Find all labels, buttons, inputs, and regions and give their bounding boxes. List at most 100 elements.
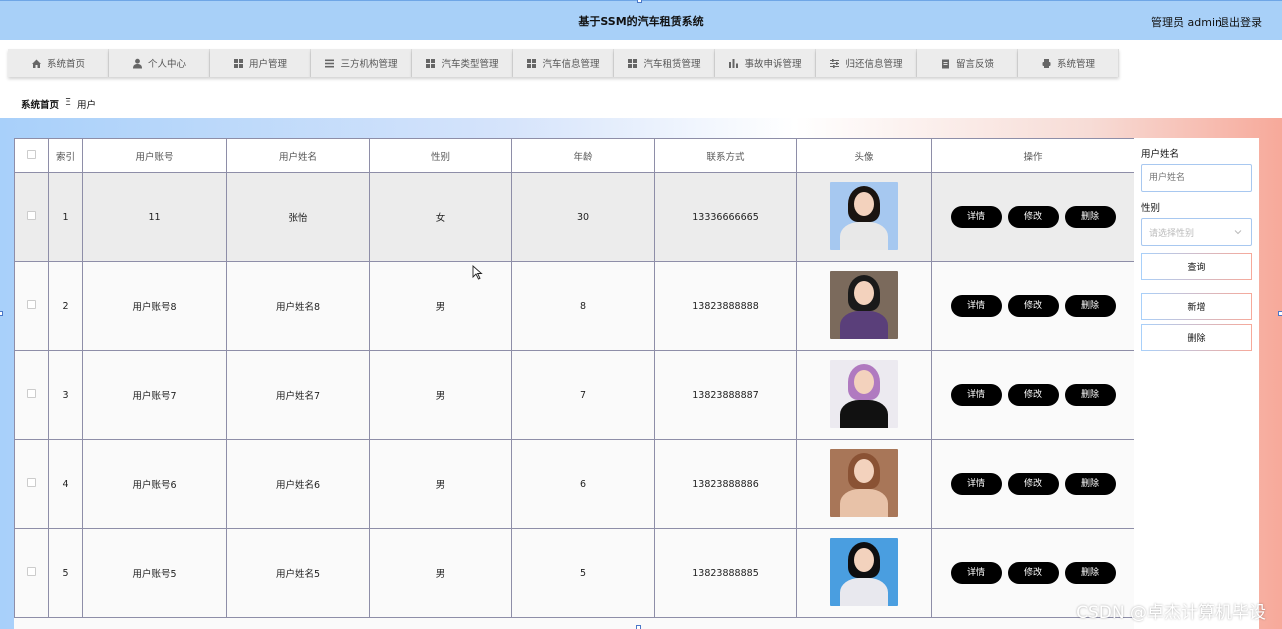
detail-button[interactable]: 详情 xyxy=(950,295,1002,317)
delete-button[interactable]: 删除 xyxy=(1064,562,1116,584)
nav-item-1[interactable]: 系统首页 xyxy=(8,49,109,77)
breadcrumb-current: 用户 xyxy=(77,100,97,111)
account-cell: 用户账号5 xyxy=(82,528,227,618)
current-user: 管理员 admin xyxy=(1151,16,1222,29)
avatar-cell xyxy=(796,528,932,618)
breadcrumb-separator: Ξ xyxy=(65,97,72,108)
row-checkbox[interactable] xyxy=(27,567,36,576)
name-cell: 张怡 xyxy=(226,172,370,262)
phone-cell: 13823888886 xyxy=(654,439,797,529)
age-cell: 30 xyxy=(511,172,655,262)
detail-button[interactable]: 详情 xyxy=(950,473,1002,495)
avatar-cell xyxy=(796,439,932,529)
batch-delete-button[interactable]: 删除 xyxy=(1141,324,1252,351)
delete-button[interactable]: 删除 xyxy=(1064,384,1116,406)
add-button[interactable]: 新增 xyxy=(1141,293,1252,320)
nav-item-label: 个人中心 xyxy=(147,59,186,70)
sliders-icon xyxy=(829,58,840,69)
table-row: 2 用户账号8 用户姓名8 男 8 13823888888 详情 修改 删除 xyxy=(14,261,1134,351)
row-checkbox-cell xyxy=(14,439,49,529)
edit-button[interactable]: 修改 xyxy=(1007,295,1059,317)
phone-cell: 13823888885 xyxy=(654,528,797,618)
delete-button[interactable]: 删除 xyxy=(1064,295,1116,317)
account-cell: 用户账号8 xyxy=(82,261,227,351)
table-row: 3 用户账号7 用户姓名7 男 7 13823888887 详情 修改 删除 xyxy=(14,350,1134,440)
avatar[interactable] xyxy=(830,537,898,606)
name-search-input[interactable] xyxy=(1141,164,1252,192)
nav-item-7[interactable]: 汽车租赁管理 xyxy=(614,49,715,77)
gender-cell: 男 xyxy=(369,528,512,618)
table-row: 1 11 张怡女 30 13336666665 详情 修改 删除 xyxy=(14,172,1134,262)
edit-button[interactable]: 修改 xyxy=(1007,562,1059,584)
nav-item-label: 事故申诉管理 xyxy=(744,59,802,70)
age-cell: 7 xyxy=(511,350,655,440)
detail-button[interactable]: 详情 xyxy=(950,206,1002,228)
logout-link[interactable]: 退出登录 xyxy=(1218,14,1262,30)
gender-select[interactable]: 请选择性别 xyxy=(1141,218,1252,246)
gender-cell: 女 xyxy=(369,172,512,262)
user-table: 索引 用户账号 用户姓名 性别 年龄 联系方式 头像 操作 1 11 张怡女 30 13… xyxy=(14,138,1134,618)
detail-button[interactable]: 详情 xyxy=(950,562,1002,584)
nav-menu: 系统首页 个人中心 用户管理 三方机构管理 汽车类型管理 汽车信息管理 汽车租赁管理 事故申诉… xyxy=(8,49,1119,77)
nav-bar: 系统首页 个人中心 用户管理 三方机构管理 汽车类型管理 汽车信息管理 汽车租赁管理 事故申诉… xyxy=(0,40,1282,80)
avatar-cell xyxy=(796,172,932,262)
row-checkbox[interactable] xyxy=(27,389,36,398)
avatar[interactable] xyxy=(830,448,898,517)
gender-cell: 男 xyxy=(369,439,512,529)
account-cell: 用户账号7 xyxy=(82,350,227,440)
top-header: 基于SSM的汽车租赁系统 管理员 admin 退出登录 xyxy=(0,0,1282,40)
row-checkbox[interactable] xyxy=(27,300,36,309)
person-icon xyxy=(132,58,143,69)
edit-button[interactable]: 修改 xyxy=(1007,384,1059,406)
query-button[interactable]: 查询 xyxy=(1141,253,1252,280)
row-checkbox[interactable] xyxy=(27,478,36,487)
nav-item-label: 留言反馈 xyxy=(955,59,994,70)
delete-button[interactable]: 删除 xyxy=(1064,206,1116,228)
nav-item-4[interactable]: 三方机构管理 xyxy=(311,49,412,77)
column-header-index: 索引 xyxy=(48,138,83,173)
nav-item-label: 用户管理 xyxy=(248,59,287,70)
printer-icon xyxy=(1041,58,1052,69)
avatar[interactable] xyxy=(830,181,898,250)
nav-item-8[interactable]: 事故申诉管理 xyxy=(715,49,816,77)
resize-handle-top xyxy=(637,0,642,3)
nav-item-5[interactable]: 汽车类型管理 xyxy=(412,49,513,77)
chart-icon xyxy=(728,58,739,69)
breadcrumb: 系统首页 Ξ 用户 xyxy=(21,97,96,111)
nav-item-label: 三方机构管理 xyxy=(340,59,398,70)
nav-item-10[interactable]: 留言反馈 xyxy=(917,49,1018,77)
select-all-checkbox[interactable] xyxy=(27,149,36,159)
table-header-row: 索引 用户账号 用户姓名 性别 年龄 联系方式 头像 操作 xyxy=(14,138,1134,173)
nav-item-2[interactable]: 个人中心 xyxy=(109,49,210,77)
nav-item-label: 系统首页 xyxy=(46,59,85,70)
watermark: CSDN @卓杰计算机毕设 xyxy=(1076,603,1266,623)
avatar[interactable] xyxy=(830,270,898,339)
index-cell: 1 xyxy=(48,172,83,262)
edit-button[interactable]: 修改 xyxy=(1007,206,1059,228)
gender-label: 性别 xyxy=(1141,203,1161,214)
breadcrumb-home[interactable]: 系统首页 xyxy=(21,97,59,111)
mouse-cursor-icon xyxy=(472,265,483,280)
nav-item-9[interactable]: 归还信息管理 xyxy=(816,49,917,77)
avatar[interactable] xyxy=(830,359,898,428)
age-cell: 8 xyxy=(511,261,655,351)
grid-icon xyxy=(627,58,638,69)
nav-item-11[interactable]: 系统管理 xyxy=(1018,49,1119,77)
nav-item-label: 汽车信息管理 xyxy=(542,59,600,70)
column-header-name: 用户姓名 xyxy=(226,138,370,173)
column-header-gender: 性别 xyxy=(369,138,512,173)
delete-button[interactable]: 删除 xyxy=(1064,473,1116,495)
nav-item-6[interactable]: 汽车信息管理 xyxy=(513,49,614,77)
index-cell: 4 xyxy=(48,439,83,529)
column-header-phone: 联系方式 xyxy=(654,138,797,173)
table-row: 5 用户账号5 用户姓名5 男 5 13823888885 详情 修改 删除 xyxy=(14,528,1134,618)
edit-button[interactable]: 修改 xyxy=(1007,473,1059,495)
resize-handle-left xyxy=(0,311,3,316)
name-cell: 用户姓名8 xyxy=(226,261,370,351)
nav-item-3[interactable]: 用户管理 xyxy=(210,49,311,77)
column-header-account: 用户账号 xyxy=(82,138,227,173)
chevron-down-icon xyxy=(1234,230,1242,235)
detail-button[interactable]: 详情 xyxy=(950,384,1002,406)
row-checkbox[interactable] xyxy=(27,211,36,220)
name-cell: 用户姓名7 xyxy=(226,350,370,440)
